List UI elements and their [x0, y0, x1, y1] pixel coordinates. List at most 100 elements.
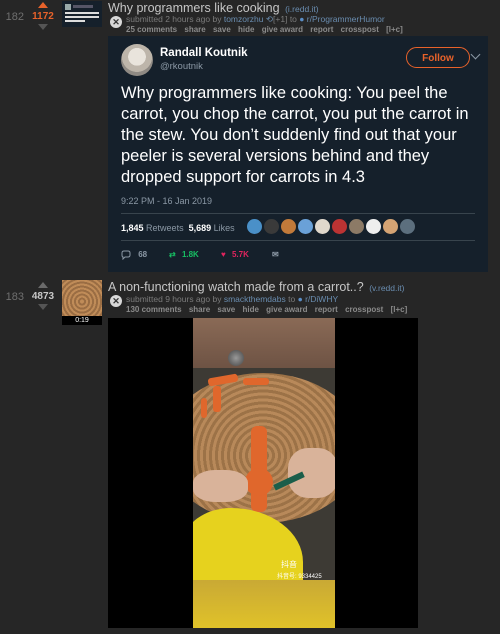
- crosspost-link[interactable]: crosspost: [345, 305, 383, 314]
- post-1: 182 1172 Why programmers like cooking (i…: [0, 0, 500, 275]
- submitted-text: submitted 2 hours ago by: [126, 14, 222, 24]
- carrot-piece: [213, 386, 221, 412]
- likes-label: Likes: [213, 223, 235, 233]
- video-thumbnail-image: [62, 280, 102, 316]
- save-link[interactable]: save: [217, 305, 235, 314]
- lc-link[interactable]: [l+c]: [386, 25, 403, 34]
- retweet-button[interactable]: ⇄ 1.8K: [169, 250, 199, 259]
- carrot-watch-face: [245, 468, 273, 496]
- avatar[interactable]: [383, 219, 398, 234]
- comments-link[interactable]: 25 comments: [126, 25, 177, 34]
- submitted-text: submitted 9 hours ago by: [126, 294, 222, 304]
- post-title[interactable]: A non-functioning watch made from a carr…: [108, 280, 364, 294]
- follow-button[interactable]: Follow: [406, 47, 470, 68]
- video-blur-bottom: [193, 580, 335, 628]
- avatar[interactable]: [281, 219, 296, 234]
- save-link[interactable]: save: [213, 25, 231, 34]
- avatar[interactable]: [349, 219, 364, 234]
- like-count: 5,689: [188, 223, 212, 233]
- give-award-link[interactable]: give award: [266, 305, 307, 314]
- to-text: to: [288, 294, 296, 304]
- hide-link[interactable]: hide: [238, 25, 254, 34]
- video-frame: 抖音 抖音号: 9334425: [193, 368, 335, 580]
- divider: [121, 240, 475, 241]
- comments-link[interactable]: 130 comments: [126, 305, 182, 314]
- avatar[interactable]: [332, 219, 347, 234]
- avatar[interactable]: [264, 219, 279, 234]
- like-button[interactable]: ♥ 5.7K: [221, 250, 249, 259]
- downvote-arrow-icon[interactable]: [38, 304, 48, 310]
- crosspost-link[interactable]: crosspost: [341, 25, 379, 34]
- post-title[interactable]: Why programmers like cooking: [108, 1, 280, 15]
- post-domain[interactable]: (i.redd.it): [285, 4, 319, 14]
- close-icon[interactable]: ✕: [110, 16, 122, 28]
- video-duration: 0:19: [62, 316, 102, 325]
- author-link[interactable]: tomzorzhu: [224, 14, 264, 24]
- reply-button[interactable]: 68: [121, 250, 148, 261]
- envelope-icon: ✉: [272, 250, 279, 259]
- subreddit-icon: ●: [299, 14, 305, 24]
- video-app-logo: 抖音: [281, 560, 297, 569]
- reply-count: 68: [138, 250, 148, 260]
- video-control-icon[interactable]: [228, 350, 244, 366]
- reply-icon: [121, 250, 131, 261]
- downvote-arrow-icon[interactable]: [38, 24, 48, 30]
- post-title-line: A non-functioning watch made from a carr…: [108, 280, 404, 294]
- to-text: to: [289, 14, 297, 24]
- hide-link[interactable]: hide: [242, 305, 258, 314]
- carrot-piece: [201, 398, 207, 418]
- hand: [193, 470, 248, 502]
- retweets-label: Retweets: [146, 223, 184, 233]
- video-blur-top: [193, 318, 335, 368]
- hand: [288, 448, 335, 498]
- give-award-link[interactable]: give award: [262, 25, 303, 34]
- post-domain[interactable]: (v.redd.it): [369, 283, 404, 293]
- crosspost-icon: ⟲: [265, 14, 274, 24]
- upvote-arrow-icon[interactable]: [38, 282, 48, 288]
- heart-icon: ♥: [221, 250, 226, 259]
- share-link[interactable]: share: [184, 25, 205, 34]
- avatar[interactable]: [400, 219, 415, 234]
- video-watermark: 抖音号: 9334425: [277, 574, 322, 580]
- author-link[interactable]: smackthemdabs: [224, 294, 286, 304]
- post-actions: 130 comments share save hide give award …: [126, 305, 412, 314]
- carrot-piece: [243, 378, 269, 385]
- tweet-author-name[interactable]: Randall Koutnik: [160, 47, 248, 59]
- retweet-icon: ⇄: [169, 250, 176, 259]
- retweet-short-count: 1.8K: [181, 250, 199, 259]
- post-rank: 183: [5, 291, 24, 303]
- avatar[interactable]: [247, 219, 262, 234]
- chevron-down-icon[interactable]: [470, 49, 481, 60]
- post-actions: 25 comments share save hide give award r…: [126, 25, 408, 34]
- like-short-count: 5.7K: [231, 250, 249, 259]
- author-flair: [+1]: [273, 14, 288, 24]
- post-thumbnail[interactable]: [62, 1, 102, 27]
- avatar[interactable]: [315, 219, 330, 234]
- report-link[interactable]: report: [315, 305, 338, 314]
- lc-link[interactable]: [l+c]: [391, 305, 408, 314]
- avatar[interactable]: [366, 219, 381, 234]
- tweet-thumbnail-image: [65, 4, 99, 22]
- tweet-stats: 1,845 Retweets 5,689 Likes: [121, 223, 235, 233]
- divider: [121, 213, 475, 214]
- avatar[interactable]: [298, 219, 313, 234]
- post-score: 1172: [32, 11, 54, 22]
- message-button[interactable]: ✉: [272, 250, 279, 259]
- close-icon[interactable]: ✕: [110, 295, 122, 307]
- tweet-text: Why programmers like cooking: You peel t…: [121, 84, 469, 186]
- retweet-count: 1,845: [121, 223, 144, 233]
- tweet-timestamp[interactable]: 9:22 PM - 16 Jan 2019: [121, 196, 212, 206]
- share-link[interactable]: share: [189, 305, 210, 314]
- post-score: 4873: [31, 291, 55, 302]
- video-player[interactable]: 抖音 抖音号: 9334425: [108, 318, 418, 628]
- avatar[interactable]: [121, 44, 153, 76]
- report-link[interactable]: report: [310, 25, 333, 34]
- tweet-embed: Randall Koutnik @rkoutnik Follow Why pro…: [108, 36, 488, 272]
- tweet-author-handle[interactable]: @rkoutnik: [160, 61, 203, 72]
- post-title-line: Why programmers like cooking (i.redd.it): [108, 1, 319, 15]
- subreddit-link[interactable]: r/DiWHY: [305, 294, 338, 304]
- upvote-arrow-icon[interactable]: [38, 2, 48, 8]
- post-thumbnail[interactable]: 0:19: [62, 280, 102, 325]
- subreddit-link[interactable]: r/ProgrammerHumor: [307, 14, 385, 24]
- subreddit-icon: ●: [297, 294, 303, 304]
